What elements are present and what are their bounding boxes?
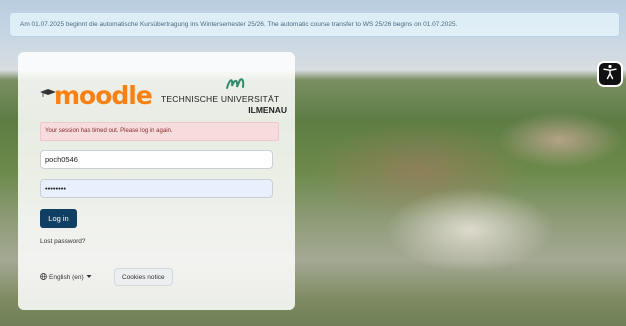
username-value: poch0546 — [45, 155, 78, 164]
moodle-logo: moodle — [40, 81, 153, 111]
cookies-notice-button[interactable]: Cookies notice — [114, 268, 173, 286]
caret-down-icon — [86, 274, 92, 281]
alert-text: Your session has timed out. Please log i… — [45, 128, 173, 134]
lost-password-link[interactable]: Lost password? — [40, 238, 86, 245]
tu-name-line1: TECHNISCHE UNIVERSITÄT — [161, 94, 280, 104]
accessibility-button[interactable] — [597, 61, 623, 87]
password-input[interactable]: •••••••• — [40, 179, 273, 198]
info-banner: Am 01.07.2025 beginnt die automatische K… — [9, 12, 620, 37]
login-button[interactable]: Log in — [40, 209, 77, 228]
language-selector[interactable]: English (en) — [40, 273, 92, 282]
banner-text: Am 01.07.2025 beginnt die automatische K… — [20, 21, 458, 28]
tu-ilmenau-logo: TECHNISCHE UNIVERSITÄT ILMENAU — [158, 74, 293, 115]
tu-ilmenau-mark-icon — [226, 78, 245, 89]
graduation-cap-icon — [40, 85, 56, 97]
username-input[interactable]: poch0546 — [40, 150, 273, 169]
session-timeout-alert: Your session has timed out. Please log i… — [40, 122, 279, 141]
login-card: moodle TECHNISCHE UNIVERSITÄT ILMENAU Yo… — [18, 52, 295, 310]
globe-icon — [40, 273, 47, 282]
language-label: English (en) — [49, 274, 84, 281]
moodle-wordmark: moodle — [54, 81, 153, 110]
tu-name-line2: ILMENAU — [248, 105, 287, 115]
accessibility-icon — [602, 64, 618, 84]
password-value: •••••••• — [45, 184, 67, 193]
